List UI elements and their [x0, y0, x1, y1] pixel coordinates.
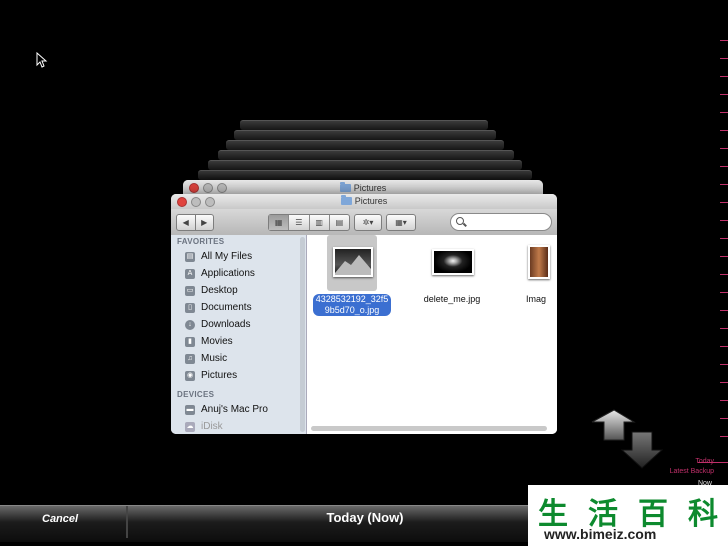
sidebar-item-label: Desktop [201, 285, 238, 296]
file-name-label: 4328532192_32f5 9b5d70_o.jpg [312, 294, 392, 316]
sidebar-item-label: Documents [201, 302, 252, 313]
minimize-icon[interactable] [203, 183, 213, 193]
zoom-icon[interactable] [205, 197, 215, 207]
sidebar-item-label: iDisk [201, 421, 223, 432]
sidebar-item-documents[interactable]: ▯ Documents [171, 299, 306, 316]
sidebar-item-label: Downloads [201, 319, 251, 330]
music-icon: ♫ [185, 353, 195, 364]
zoom-icon[interactable] [217, 183, 227, 193]
sidebar-item-idisk[interactable]: ☁ iDisk [171, 418, 306, 434]
view-mode-control: ▦ ☰ ▥ ▤ [268, 214, 350, 231]
window-title: Pictures [354, 196, 388, 206]
column-view-button[interactable]: ▥ [310, 215, 330, 230]
sidebar-item-movies[interactable]: ▮ Movies [171, 333, 306, 350]
devices-header: DEVICES [177, 390, 215, 399]
minimize-icon[interactable] [191, 197, 201, 207]
sidebar-item-pictures[interactable]: ◉ Pictures [171, 367, 306, 384]
close-icon[interactable] [177, 197, 187, 207]
arrange-menu-button[interactable]: ▦▾ [386, 214, 416, 231]
pictures-icon: ◉ [185, 370, 195, 381]
idisk-icon: ☁ [185, 421, 195, 432]
computer-icon: ▬ [185, 404, 195, 415]
folder-icon [339, 182, 351, 192]
close-icon[interactable] [189, 183, 199, 193]
documents-icon: ▯ [185, 302, 195, 313]
file-item[interactable]: delete_me.jpg [407, 235, 497, 305]
icon-view-button[interactable]: ▦ [269, 215, 290, 230]
sidebar-item-label: Movies [201, 336, 233, 347]
downloads-icon: ↓ [185, 319, 195, 330]
file-thumbnail [526, 235, 550, 291]
file-thumbnail [427, 235, 477, 291]
list-view-button[interactable]: ☰ [289, 215, 310, 230]
finder-toolbar: ◀ ▶ ▦ ☰ ▥ ▤ ✲▾ ▦▾ [171, 209, 557, 236]
image-thumbnail [432, 249, 474, 275]
finder-sidebar: FAVORITES ▤ All My Files A Applications ▭ D… [171, 235, 307, 434]
all-files-icon: ▤ [185, 251, 195, 262]
sidebar-scrollbar[interactable] [300, 237, 305, 432]
favorites-header: FAVORITES [177, 237, 225, 246]
back-button[interactable]: ◀ [177, 215, 196, 230]
site-watermark: 生 活 百 科 www.bimeiz.com [528, 485, 728, 546]
sidebar-item-label: All My Files [201, 251, 253, 262]
search-field[interactable] [450, 213, 552, 231]
navigate-forward-arrow-icon[interactable] [620, 430, 666, 470]
forward-button[interactable]: ▶ [196, 215, 214, 230]
sidebar-item-label: Applications [201, 268, 255, 279]
file-item[interactable]: 4328532192_32f5 9b5d70_o.jpg [307, 235, 397, 316]
applications-icon: A [185, 268, 195, 279]
sidebar-item-label: Anuj's Mac Pro [201, 404, 268, 415]
file-browser-area[interactable]: 4328532192_32f5 9b5d70_o.jpg delete_me.j… [307, 235, 557, 434]
coverflow-view-button[interactable]: ▤ [330, 215, 349, 230]
folder-icon [340, 195, 352, 205]
action-menu-button[interactable]: ✲▾ [354, 214, 382, 231]
file-name-label: delete_me.jpg [423, 294, 481, 304]
image-thumbnail [333, 247, 373, 277]
sidebar-item-applications[interactable]: A Applications [171, 265, 306, 282]
file-thumbnail-selected [327, 235, 377, 291]
finder-window[interactable]: Pictures ◀ ▶ ▦ ☰ ▥ ▤ ✲▾ ▦▾ FAVORITES ▤ Al… [171, 194, 557, 434]
sidebar-item-desktop[interactable]: ▭ Desktop [171, 282, 306, 299]
desktop-icon: ▭ [185, 285, 195, 296]
sidebar-item-music[interactable]: ♫ Music [171, 350, 306, 367]
timeline-today-label: Today [695, 458, 714, 465]
back-forward-control: ◀ ▶ [176, 214, 214, 231]
backup-timeline[interactable] [698, 0, 728, 470]
search-icon [456, 217, 464, 225]
timeline-latest-backup-label: Latest Backup [669, 468, 714, 475]
sidebar-item-downloads[interactable]: ↓ Downloads [171, 316, 306, 333]
window-title: Pictures [353, 183, 387, 193]
movies-icon: ▮ [185, 336, 195, 347]
cancel-button[interactable]: Cancel [18, 506, 128, 538]
mouse-cursor-icon [36, 52, 48, 68]
current-time-label: Today (Now) [326, 510, 404, 525]
sidebar-item-all-my-files[interactable]: ▤ All My Files [171, 248, 306, 265]
sidebar-item-mac-pro[interactable]: ▬ Anuj's Mac Pro [171, 401, 306, 418]
sidebar-item-label: Pictures [201, 370, 238, 381]
file-name-label: Imag [526, 294, 547, 304]
horizontal-scrollbar[interactable] [311, 426, 547, 431]
file-item[interactable]: Imag [502, 235, 557, 305]
sidebar-item-label: Music [201, 353, 228, 364]
image-thumbnail [528, 245, 550, 279]
